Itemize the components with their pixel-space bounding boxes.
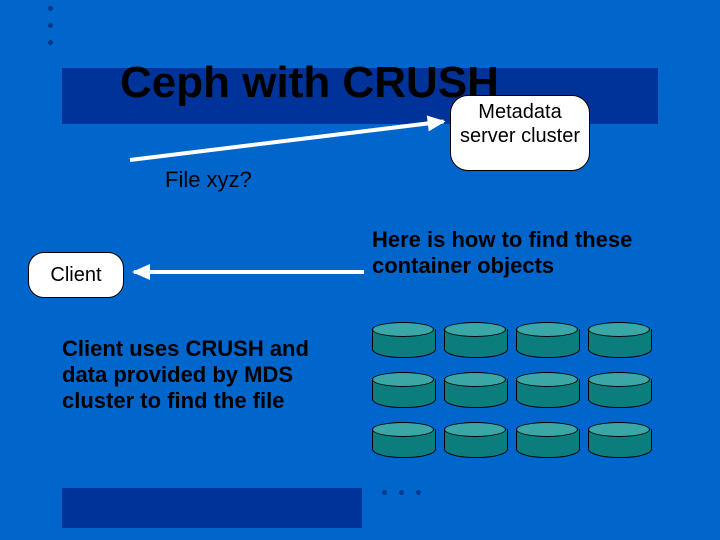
client-box: Client: [28, 252, 124, 298]
disk-icon: [516, 322, 578, 362]
object-store-grid: [372, 322, 650, 472]
corner-dots-bottom: [382, 490, 421, 495]
bullet-dot: [382, 490, 387, 495]
arrow-mds-to-client: [134, 270, 364, 274]
arrow-client-to-mds: [130, 120, 444, 162]
disk-row: [372, 372, 650, 412]
metadata-server-box: Metadata server cluster: [450, 95, 590, 171]
response-text: Here is how to find these container obje…: [372, 227, 692, 279]
disk-icon: [444, 372, 506, 412]
disk-icon: [516, 372, 578, 412]
corner-dots-top: [48, 6, 53, 45]
disk-icon: [588, 422, 650, 462]
explain-text: Client uses CRUSH and data provided by M…: [62, 336, 342, 414]
footer-bar: [62, 488, 362, 528]
disk-icon: [516, 422, 578, 462]
slide-title: Ceph with CRUSH: [120, 58, 499, 108]
disk-row: [372, 322, 650, 362]
disk-icon: [444, 322, 506, 362]
bullet-dot: [48, 6, 53, 11]
disk-icon: [372, 422, 434, 462]
disk-icon: [372, 372, 434, 412]
bullet-dot: [416, 490, 421, 495]
bullet-dot: [48, 23, 53, 28]
disk-icon: [444, 422, 506, 462]
query-label: File xyz?: [165, 167, 252, 193]
disk-icon: [588, 322, 650, 362]
bullet-dot: [48, 40, 53, 45]
bullet-dot: [399, 490, 404, 495]
disk-row: [372, 422, 650, 462]
disk-icon: [372, 322, 434, 362]
disk-icon: [588, 372, 650, 412]
